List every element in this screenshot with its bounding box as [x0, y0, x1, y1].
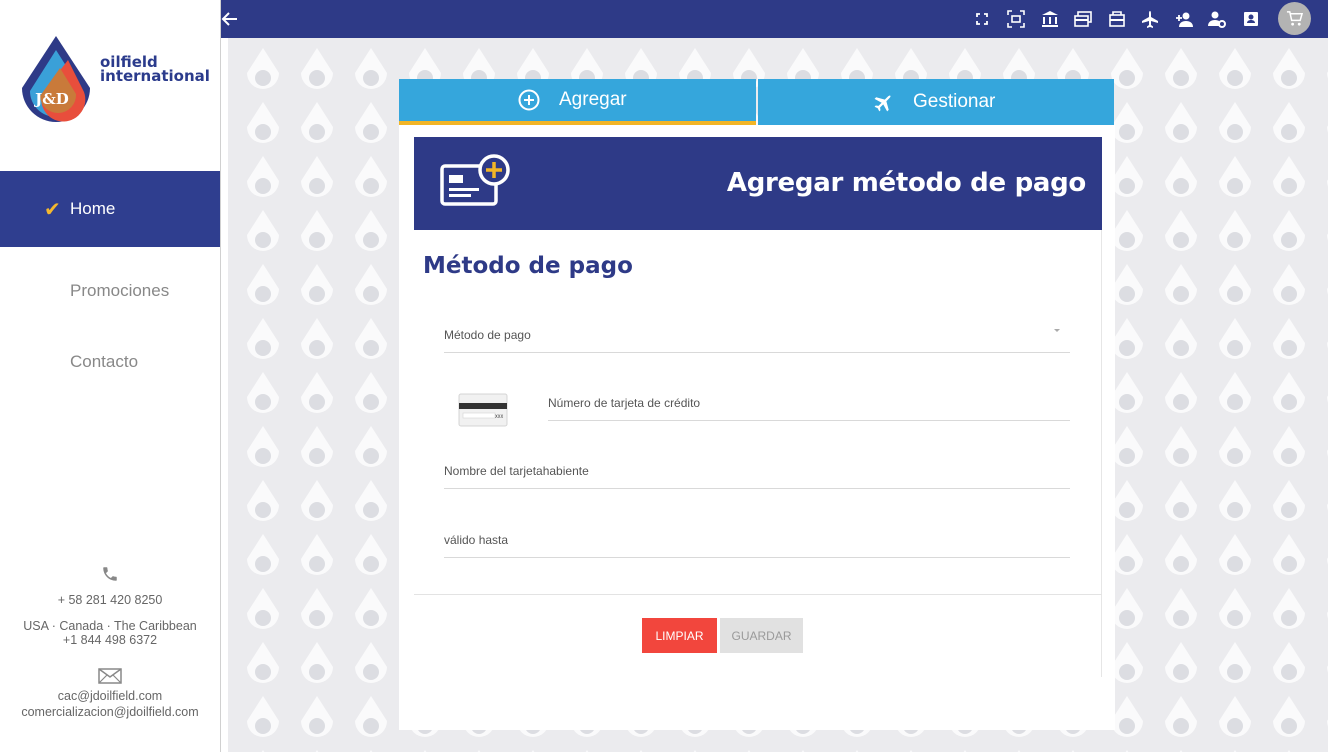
- chevron-down-icon: [1054, 329, 1060, 332]
- wallet-icon[interactable]: [1108, 10, 1126, 28]
- nav-home[interactable]: ✔ Home: [0, 171, 220, 247]
- svg-text:XXX: XXX: [495, 414, 503, 419]
- checkmark-icon: ✔: [44, 198, 61, 221]
- form-divider: [414, 594, 1102, 595]
- bank-icon[interactable]: [1041, 10, 1059, 28]
- form-card-header: Agregar método de pago: [414, 137, 1102, 230]
- section-title: Método de pago: [423, 253, 633, 279]
- email-1[interactable]: cac@jdoilfield.com: [0, 688, 220, 704]
- valid-until-placeholder: válido hasta: [444, 533, 509, 547]
- cart-icon: [1286, 11, 1303, 26]
- top-bar: [221, 0, 1328, 38]
- credit-card-back-icon: XXX: [458, 393, 508, 427]
- nav-promociones[interactable]: Promociones: [0, 253, 220, 329]
- nav-contacto[interactable]: Contacto: [0, 324, 220, 400]
- contact-regions-block: USA · Canada · The Caribbean +1 844 498 …: [0, 619, 220, 647]
- add-user-icon[interactable]: [1175, 10, 1193, 28]
- brand-line-2: international: [100, 67, 210, 85]
- cards-icon[interactable]: [1074, 10, 1092, 28]
- nav-home-label: Home: [70, 199, 116, 218]
- svg-text:J&D: J&D: [33, 90, 69, 108]
- sidebar: J&D oilfield international ✔ Home Promoc…: [0, 0, 221, 752]
- contact-card-icon[interactable]: [1242, 10, 1260, 28]
- contact-email-block: cac@jdoilfield.com comercializacion@jdoi…: [0, 668, 220, 720]
- jd-drop-logo-icon: J&D: [22, 36, 90, 122]
- card-number-field[interactable]: Número de tarjeta de crédito: [548, 388, 1070, 421]
- scan-icon[interactable]: [1007, 10, 1025, 28]
- nav-contacto-label: Contacto: [70, 352, 139, 371]
- mail-icon: [98, 668, 122, 684]
- add-circle-icon: [518, 89, 540, 111]
- airplane-icon[interactable]: [1141, 10, 1159, 28]
- save-button[interactable]: GUARDAR: [720, 618, 803, 653]
- form-header-title: Agregar método de pago: [726, 168, 1086, 198]
- phone-us: +1 844 498 6372: [62, 633, 158, 647]
- user-settings-icon[interactable]: [1208, 10, 1226, 28]
- phone-icon: [103, 567, 117, 581]
- card-number-placeholder: Número de tarjeta de crédito: [548, 396, 701, 410]
- email-2[interactable]: comercializacion@jdoilfield.com: [0, 704, 220, 720]
- valid-until-field[interactable]: válido hasta: [444, 524, 1070, 558]
- phone-number: + 58 281 420 8250: [57, 593, 163, 607]
- tab-gestionar-label: Gestionar: [913, 91, 996, 112]
- payment-method-placeholder: Método de pago: [444, 328, 531, 342]
- cardholder-name-field[interactable]: Nombre del tarjetahabiente: [444, 456, 1070, 489]
- regions-text: USA · Canada · The Caribbean: [23, 619, 197, 633]
- nav-promociones-label: Promociones: [70, 281, 170, 300]
- tab-agregar-label: Agregar: [559, 89, 627, 110]
- fullscreen-icon[interactable]: [973, 10, 991, 28]
- payment-method-select[interactable]: Método de pago: [444, 320, 1070, 353]
- add-card-icon: [440, 154, 510, 206]
- clear-button[interactable]: LIMPIAR: [642, 618, 717, 653]
- tab-gestionar[interactable]: Gestionar: [758, 79, 1114, 125]
- cart-button[interactable]: [1278, 2, 1311, 35]
- airplane-icon: [874, 95, 891, 112]
- company-logo[interactable]: J&D oilfield international: [22, 36, 210, 136]
- back-arrow-icon[interactable]: [221, 9, 239, 29]
- contact-phone-block: + 58 281 420 8250: [0, 565, 220, 607]
- tab-agregar[interactable]: Agregar: [399, 79, 756, 125]
- cardholder-placeholder: Nombre del tarjetahabiente: [444, 464, 589, 478]
